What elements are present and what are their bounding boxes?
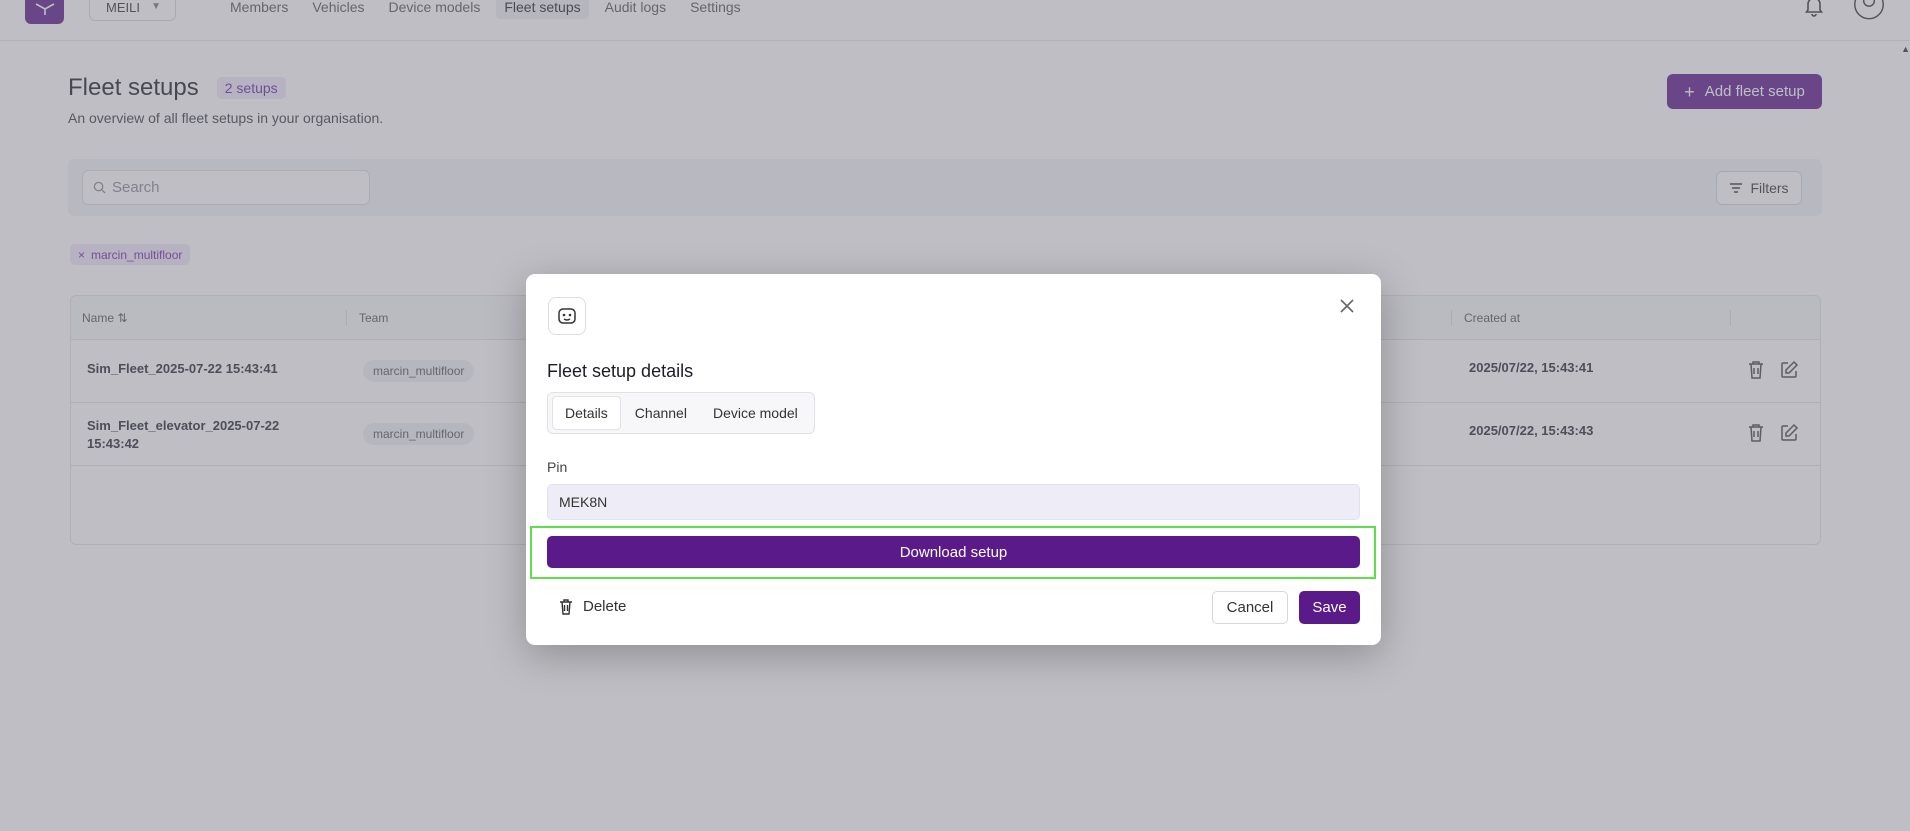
delete-label: Delete xyxy=(583,598,627,615)
delete-button[interactable]: Delete xyxy=(547,591,643,622)
trash-icon xyxy=(560,598,572,615)
download-setup-button[interactable]: Download setup xyxy=(547,536,1360,568)
cancel-button[interactable]: Cancel xyxy=(1212,591,1288,624)
robot-icon xyxy=(548,297,586,335)
tab-details[interactable]: Details xyxy=(552,396,621,430)
save-button[interactable]: Save xyxy=(1299,591,1360,624)
pin-field[interactable] xyxy=(547,484,1360,520)
tab-channel[interactable]: Channel xyxy=(623,397,699,429)
dialog-title: Fleet setup details xyxy=(547,361,694,381)
fleet-setup-details-dialog: Fleet setup details Details Channel Devi… xyxy=(526,274,1381,645)
close-icon[interactable] xyxy=(1335,294,1359,318)
dialog-tabs: Details Channel Device model xyxy=(547,392,815,434)
tab-device-model[interactable]: Device model xyxy=(701,397,810,429)
pin-label: Pin xyxy=(547,459,568,475)
